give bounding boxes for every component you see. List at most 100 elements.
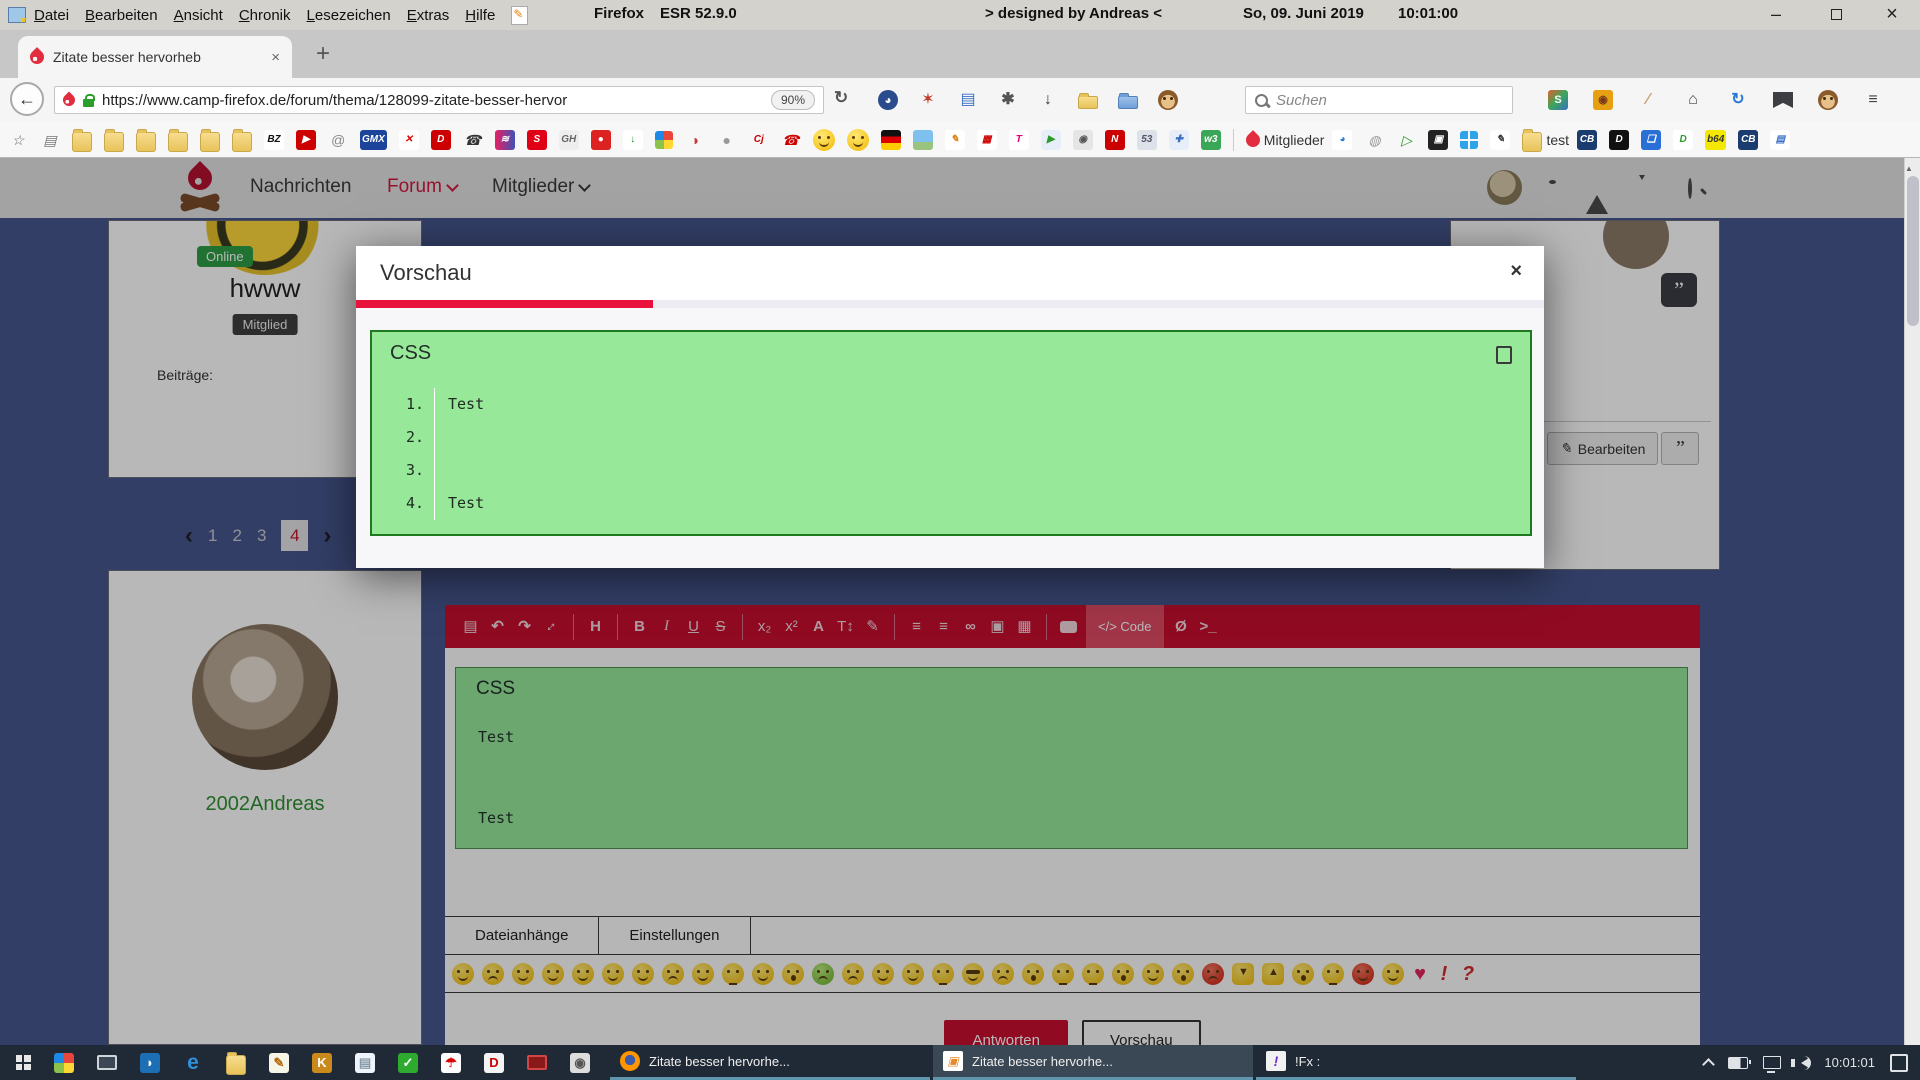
- bookmark-item[interactable]: ▷: [1396, 130, 1420, 150]
- bookmark-item[interactable]: N: [1105, 130, 1129, 150]
- bookmark-item[interactable]: [104, 128, 128, 152]
- task-button[interactable]: ! !Fx :: [1256, 1045, 1576, 1080]
- copy-icon[interactable]: [1496, 346, 1512, 364]
- task-button[interactable]: Zitate besser hervorhe...: [610, 1045, 930, 1080]
- battery-icon[interactable]: [1728, 1057, 1748, 1069]
- app-grid-icon[interactable]: [54, 1053, 74, 1073]
- bookmark-item[interactable]: [1233, 129, 1238, 151]
- stylish-icon[interactable]: S: [1548, 90, 1568, 110]
- bookmark-item[interactable]: ≋: [495, 130, 519, 150]
- menu-item[interactable]: Bearbeiten: [85, 7, 158, 24]
- bookmark-item[interactable]: ✎: [1490, 130, 1514, 150]
- download-icon[interactable]: ↓: [1038, 90, 1058, 110]
- bookmark-item[interactable]: S: [527, 130, 551, 150]
- bookmark-item[interactable]: ☎: [463, 130, 487, 150]
- volume-icon[interactable]: [1801, 1058, 1809, 1068]
- network-icon[interactable]: [1763, 1056, 1781, 1069]
- menu-item[interactable]: Ansicht: [174, 7, 223, 24]
- cleaner-icon[interactable]: ∕: [1638, 90, 1658, 110]
- app-monitor-icon[interactable]: [97, 1055, 117, 1070]
- bookmark-item[interactable]: [72, 128, 96, 152]
- bookmark-item[interactable]: ▶: [296, 130, 320, 150]
- bookmark-item[interactable]: ▦: [977, 130, 1001, 150]
- start-button[interactable]: [0, 1045, 46, 1080]
- bookmark-item[interactable]: [168, 128, 192, 152]
- scroll-up-icon[interactable]: ▲: [1905, 164, 1913, 173]
- search-input[interactable]: Suchen: [1245, 86, 1513, 114]
- bookmark-item[interactable]: [1460, 131, 1482, 149]
- bookmark-item[interactable]: [881, 130, 905, 150]
- bookmark-item[interactable]: [913, 130, 937, 150]
- line-text[interactable]: Test: [435, 487, 484, 520]
- menu-item[interactable]: Chronik: [239, 7, 291, 24]
- bookmark-item[interactable]: 53: [1137, 130, 1161, 150]
- bookmark-item[interactable]: ▤: [1770, 130, 1794, 150]
- home-icon[interactable]: ⌂: [1683, 90, 1703, 110]
- bookmark-item[interactable]: CB: [1738, 130, 1762, 150]
- reload-button[interactable]: ↻: [834, 88, 848, 108]
- gear-icon[interactable]: ✱: [998, 90, 1018, 110]
- explorer-icon[interactable]: [226, 1055, 246, 1075]
- menu-icon[interactable]: ≡: [1863, 90, 1883, 110]
- tor-icon[interactable]: ◕: [878, 90, 898, 110]
- zoom-level-badge[interactable]: 90%: [771, 90, 815, 110]
- scrollbar-thumb[interactable]: [1907, 176, 1919, 326]
- folder-blue-icon[interactable]: [1118, 96, 1138, 109]
- task-button[interactable]: ▣ Zitate besser hervorhe...: [933, 1045, 1253, 1080]
- bookmark-item[interactable]: b64: [1705, 130, 1730, 150]
- bookmark-item[interactable]: w3: [1201, 130, 1225, 150]
- bookmark-item[interactable]: BZ: [264, 130, 288, 150]
- minimize-button[interactable]: –: [1754, 0, 1798, 29]
- bookmark-item[interactable]: ▣: [1428, 130, 1452, 150]
- url-bar[interactable]: https://www.camp-firefox.de/forum/thema/…: [54, 86, 824, 114]
- bookmark-item[interactable]: ↓: [623, 130, 647, 150]
- bookmark-item[interactable]: ●: [717, 130, 741, 150]
- back-button[interactable]: ←: [10, 82, 44, 116]
- bookmark-item[interactable]: ▤: [40, 130, 64, 150]
- monkey-icon[interactable]: [1158, 90, 1178, 110]
- bookmark-item[interactable]: ❑: [1641, 130, 1665, 150]
- notification-center-icon[interactable]: [1890, 1054, 1908, 1072]
- bookmark-item[interactable]: Cj: [749, 130, 773, 150]
- bookmark-item[interactable]: ●: [591, 130, 615, 150]
- page-scrollbar[interactable]: ▲: [1904, 158, 1920, 1045]
- tray-clock[interactable]: 10:01:01: [1824, 1055, 1875, 1070]
- restore-button[interactable]: [1814, 0, 1858, 29]
- bookmark-item[interactable]: ✎: [945, 130, 969, 150]
- folder-open-icon[interactable]: [1078, 96, 1098, 109]
- bookmark-item[interactable]: [232, 128, 256, 152]
- bookmark-item[interactable]: ▶: [1041, 130, 1065, 150]
- figure-icon[interactable]: ✶: [918, 90, 938, 110]
- bookmark-item[interactable]: Mitglieder: [1246, 132, 1325, 148]
- bookmark-item[interactable]: [136, 128, 160, 152]
- bookmark-item[interactable]: GH: [559, 130, 583, 150]
- modal-close-icon[interactable]: ×: [1510, 260, 1522, 283]
- bookmark-item[interactable]: ☆: [8, 130, 32, 150]
- bookmark-item[interactable]: ◉: [1073, 130, 1097, 150]
- thunderbird-icon[interactable]: ◗: [140, 1053, 160, 1073]
- bookmark-item[interactable]: D: [1609, 130, 1633, 150]
- note-icon[interactable]: [511, 6, 528, 25]
- menu-item[interactable]: Datei: [34, 7, 69, 24]
- bookmark-item[interactable]: [655, 131, 677, 149]
- d-red-icon[interactable]: D: [484, 1053, 504, 1073]
- bookmark-item[interactable]: ◍: [1364, 130, 1388, 150]
- bookmark-item[interactable]: ✕: [399, 130, 423, 150]
- new-tab-button[interactable]: +: [316, 40, 330, 68]
- bookmark-item[interactable]: [200, 128, 224, 152]
- bookmark-item[interactable]: ☎: [781, 130, 805, 150]
- bookmark-item[interactable]: D: [1673, 130, 1697, 150]
- red-monitor-icon[interactable]: [527, 1055, 547, 1070]
- camera-icon[interactable]: ◉: [570, 1053, 590, 1073]
- bookmark-item[interactable]: [847, 129, 873, 151]
- bookmark-item[interactable]: @: [328, 130, 352, 150]
- tab-close-icon[interactable]: ×: [271, 49, 280, 66]
- bookmark-item[interactable]: D: [431, 130, 455, 150]
- menu-item[interactable]: Lesezeichen: [307, 7, 391, 24]
- line-text[interactable]: [435, 454, 448, 487]
- bookmark-item[interactable]: ✚: [1169, 130, 1193, 150]
- line-text[interactable]: [435, 421, 448, 454]
- menu-item[interactable]: Extras: [407, 7, 450, 24]
- keepass-icon[interactable]: K: [312, 1053, 332, 1073]
- bookmark-item[interactable]: ◑: [685, 130, 709, 150]
